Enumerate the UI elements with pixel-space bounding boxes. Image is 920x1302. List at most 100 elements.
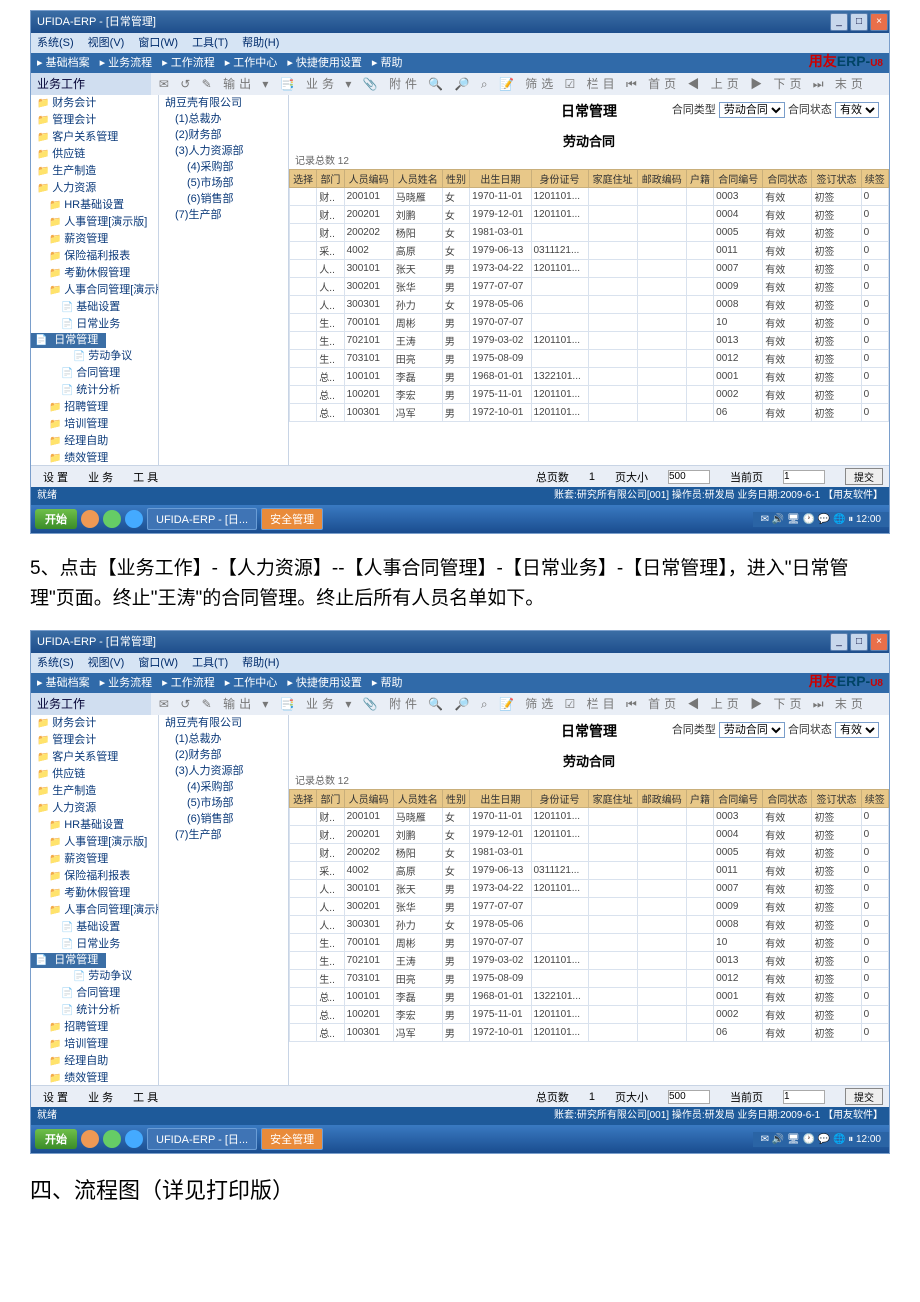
tree-item[interactable]: (1)总裁办 (159, 731, 288, 747)
page-size-input[interactable] (668, 470, 710, 484)
column-header[interactable]: 合同编号 (714, 790, 763, 808)
menu-item[interactable]: 工具(T) (192, 657, 228, 669)
taskbar-app[interactable]: 安全管理 (261, 508, 323, 530)
menu-item[interactable]: 系统(S) (37, 37, 74, 49)
nav-item[interactable]: 招聘管理 (31, 399, 158, 416)
tree-item[interactable]: (7)生产部 (159, 207, 288, 223)
nav-item[interactable]: 经理自助 (31, 1053, 158, 1070)
left-nav[interactable]: 财务会计管理会计客户关系管理供应链生产制造人力资源HR基础设置人事管理[演示版]… (31, 95, 159, 465)
toolbar-item[interactable]: ▸ 工作中心 (225, 677, 278, 689)
toolbar-item[interactable]: ▸ 工作流程 (162, 57, 215, 69)
submit-button[interactable]: 提交 (845, 1088, 883, 1105)
toolbar-item[interactable]: ▸ 业务流程 (100, 677, 153, 689)
toolbar-item[interactable]: ▸ 快捷使用设置 (287, 677, 362, 689)
minimize-icon[interactable]: _ (830, 633, 848, 651)
tree-item[interactable]: (1)总裁办 (159, 111, 288, 127)
contract-type-select[interactable]: 劳动合同 (719, 722, 785, 738)
quicklaunch-icon[interactable] (125, 510, 143, 528)
current-page-input[interactable] (783, 470, 825, 484)
nav-item[interactable]: 经理自助 (31, 433, 158, 450)
nav-item[interactable]: 培训管理 (31, 416, 158, 433)
toolbar-item[interactable]: ▸ 基础档案 (37, 57, 90, 69)
nav-item[interactable]: 生产制造 (31, 163, 158, 180)
taskbar-app[interactable]: UFIDA-ERP - [日... (147, 1128, 257, 1150)
contract-type-select[interactable]: 劳动合同 (719, 102, 785, 118)
data-grid[interactable]: 选择部门人员编码人员姓名性别出生日期身份证号家庭住址邮政编码户籍合同编号合同状态… (289, 169, 889, 422)
page-size-input[interactable] (668, 1090, 710, 1104)
column-header[interactable]: 身份证号 (531, 170, 588, 188)
table-row[interactable]: 生..703101田亮男1975-08-090012有效初签0 (290, 970, 889, 988)
menu-item[interactable]: 窗口(W) (138, 657, 178, 669)
column-header[interactable]: 户籍 (686, 170, 713, 188)
column-header[interactable]: 邮政编码 (637, 170, 686, 188)
system-tray[interactable]: ✉ 🔊 🖥 🕐 💬 🌐 ⏸ 12:00 (753, 512, 889, 527)
table-row[interactable]: 财..200202杨阳女1981-03-010005有效初签0 (290, 224, 889, 242)
column-header[interactable]: 人员编码 (344, 790, 393, 808)
nav-item[interactable]: 劳动争议 (31, 968, 158, 985)
nav-item[interactable]: 日常业务 (31, 316, 158, 333)
table-row[interactable]: 人..300201张华男1977-07-070009有效初签0 (290, 278, 889, 296)
table-row[interactable]: 采..4002高原女1979-06-130311121...0011有效初签0 (290, 862, 889, 880)
column-header[interactable]: 部门 (317, 790, 344, 808)
nav-item[interactable]: 生产制造 (31, 783, 158, 800)
nav-item[interactable]: 保险福利报表 (31, 868, 158, 885)
nav-item[interactable]: 管理会计 (31, 112, 158, 129)
table-row[interactable]: 总..100101李磊男1968-01-011322101...0001有效初签… (290, 988, 889, 1006)
nav-item[interactable]: 日常业务 (31, 936, 158, 953)
nav-item[interactable]: 供应链 (31, 766, 158, 783)
column-header[interactable]: 出生日期 (470, 170, 531, 188)
toolbar-item[interactable]: ▸ 快捷使用设置 (287, 57, 362, 69)
nav-item[interactable]: 基础设置 (31, 299, 158, 316)
tree-item[interactable]: (2)财务部 (159, 747, 288, 763)
bottom-tab-tool[interactable]: 工 具 (133, 1089, 158, 1105)
nav-item[interactable]: 财务会计 (31, 715, 158, 732)
tree-item[interactable]: (7)生产部 (159, 827, 288, 843)
menu-item[interactable]: 工具(T) (192, 37, 228, 49)
table-row[interactable]: 生..702101王涛男1979-03-021201101...0013有效初签… (290, 952, 889, 970)
quicklaunch-icon[interactable] (81, 1130, 99, 1148)
nav-item[interactable]: 财务会计 (31, 95, 158, 112)
column-header[interactable]: 身份证号 (531, 790, 588, 808)
menu-item[interactable]: 帮助(H) (242, 657, 279, 669)
column-header[interactable]: 出生日期 (470, 790, 531, 808)
nav-item[interactable]: 人力资源 (31, 800, 158, 817)
column-header[interactable]: 邮政编码 (637, 790, 686, 808)
nav-item[interactable]: 日常管理 (31, 953, 106, 968)
column-header[interactable]: 人员编码 (344, 170, 393, 188)
toolbar-buttons[interactable]: ✉ ↺ ✎ 输出 ▾ 📑 业务 ▾ 📎 附件 🔍 🔎 ⌕ 📝 筛选 ☑ 栏目 ⏮… (151, 693, 889, 715)
nav-item[interactable]: 人事管理[演示版] (31, 214, 158, 231)
table-row[interactable]: 总..100201李宏男1975-11-011201101...0002有效初签… (290, 386, 889, 404)
nav-item[interactable]: HR基础设置 (31, 197, 158, 214)
taskbar-app[interactable]: 安全管理 (261, 1128, 323, 1150)
nav-item[interactable]: 日常管理 (31, 333, 106, 348)
table-row[interactable]: 人..300101张天男1973-04-221201101...0007有效初签… (290, 260, 889, 278)
menu-item[interactable]: 系统(S) (37, 657, 74, 669)
nav-item[interactable]: 统计分析 (31, 1002, 158, 1019)
nav-item[interactable]: 基础设置 (31, 919, 158, 936)
table-row[interactable]: 人..300301孙力女1978-05-060008有效初签0 (290, 296, 889, 314)
close-icon[interactable]: × (870, 13, 888, 31)
column-header[interactable]: 签订状态 (812, 790, 861, 808)
column-header[interactable]: 选择 (290, 790, 317, 808)
nav-item[interactable]: 保险福利报表 (31, 248, 158, 265)
column-header[interactable]: 家庭住址 (588, 790, 637, 808)
table-row[interactable]: 总..100301冯军男1972-10-011201101...06有效初签0 (290, 1024, 889, 1042)
tree-item[interactable]: (3)人力资源部 (159, 763, 288, 779)
column-header[interactable]: 合同状态 (763, 790, 812, 808)
nav-item[interactable]: 人力资源 (31, 180, 158, 197)
nav-item[interactable]: 绩效管理 (31, 1070, 158, 1085)
column-header[interactable]: 人员姓名 (393, 790, 442, 808)
tree-item[interactable]: 胡豆壳有限公司 (159, 95, 288, 111)
toolbar-item[interactable]: ▸ 工作流程 (162, 677, 215, 689)
nav-item[interactable]: 考勤休假管理 (31, 265, 158, 282)
contract-status-select[interactable]: 有效 (835, 102, 879, 118)
column-header[interactable]: 合同编号 (714, 170, 763, 188)
column-header[interactable]: 人员姓名 (393, 170, 442, 188)
nav-item[interactable]: 合同管理 (31, 365, 158, 382)
left-nav[interactable]: 财务会计管理会计客户关系管理供应链生产制造人力资源HR基础设置人事管理[演示版]… (31, 715, 159, 1085)
table-row[interactable]: 总..100101李磊男1968-01-011322101...0001有效初签… (290, 368, 889, 386)
maximize-icon[interactable]: □ (850, 633, 868, 651)
system-tray[interactable]: ✉ 🔊 🖥 🕐 💬 🌐 ⏸ 12:00 (753, 1132, 889, 1147)
menu-item[interactable]: 帮助(H) (242, 37, 279, 49)
table-row[interactable]: 总..100201李宏男1975-11-011201101...0002有效初签… (290, 1006, 889, 1024)
